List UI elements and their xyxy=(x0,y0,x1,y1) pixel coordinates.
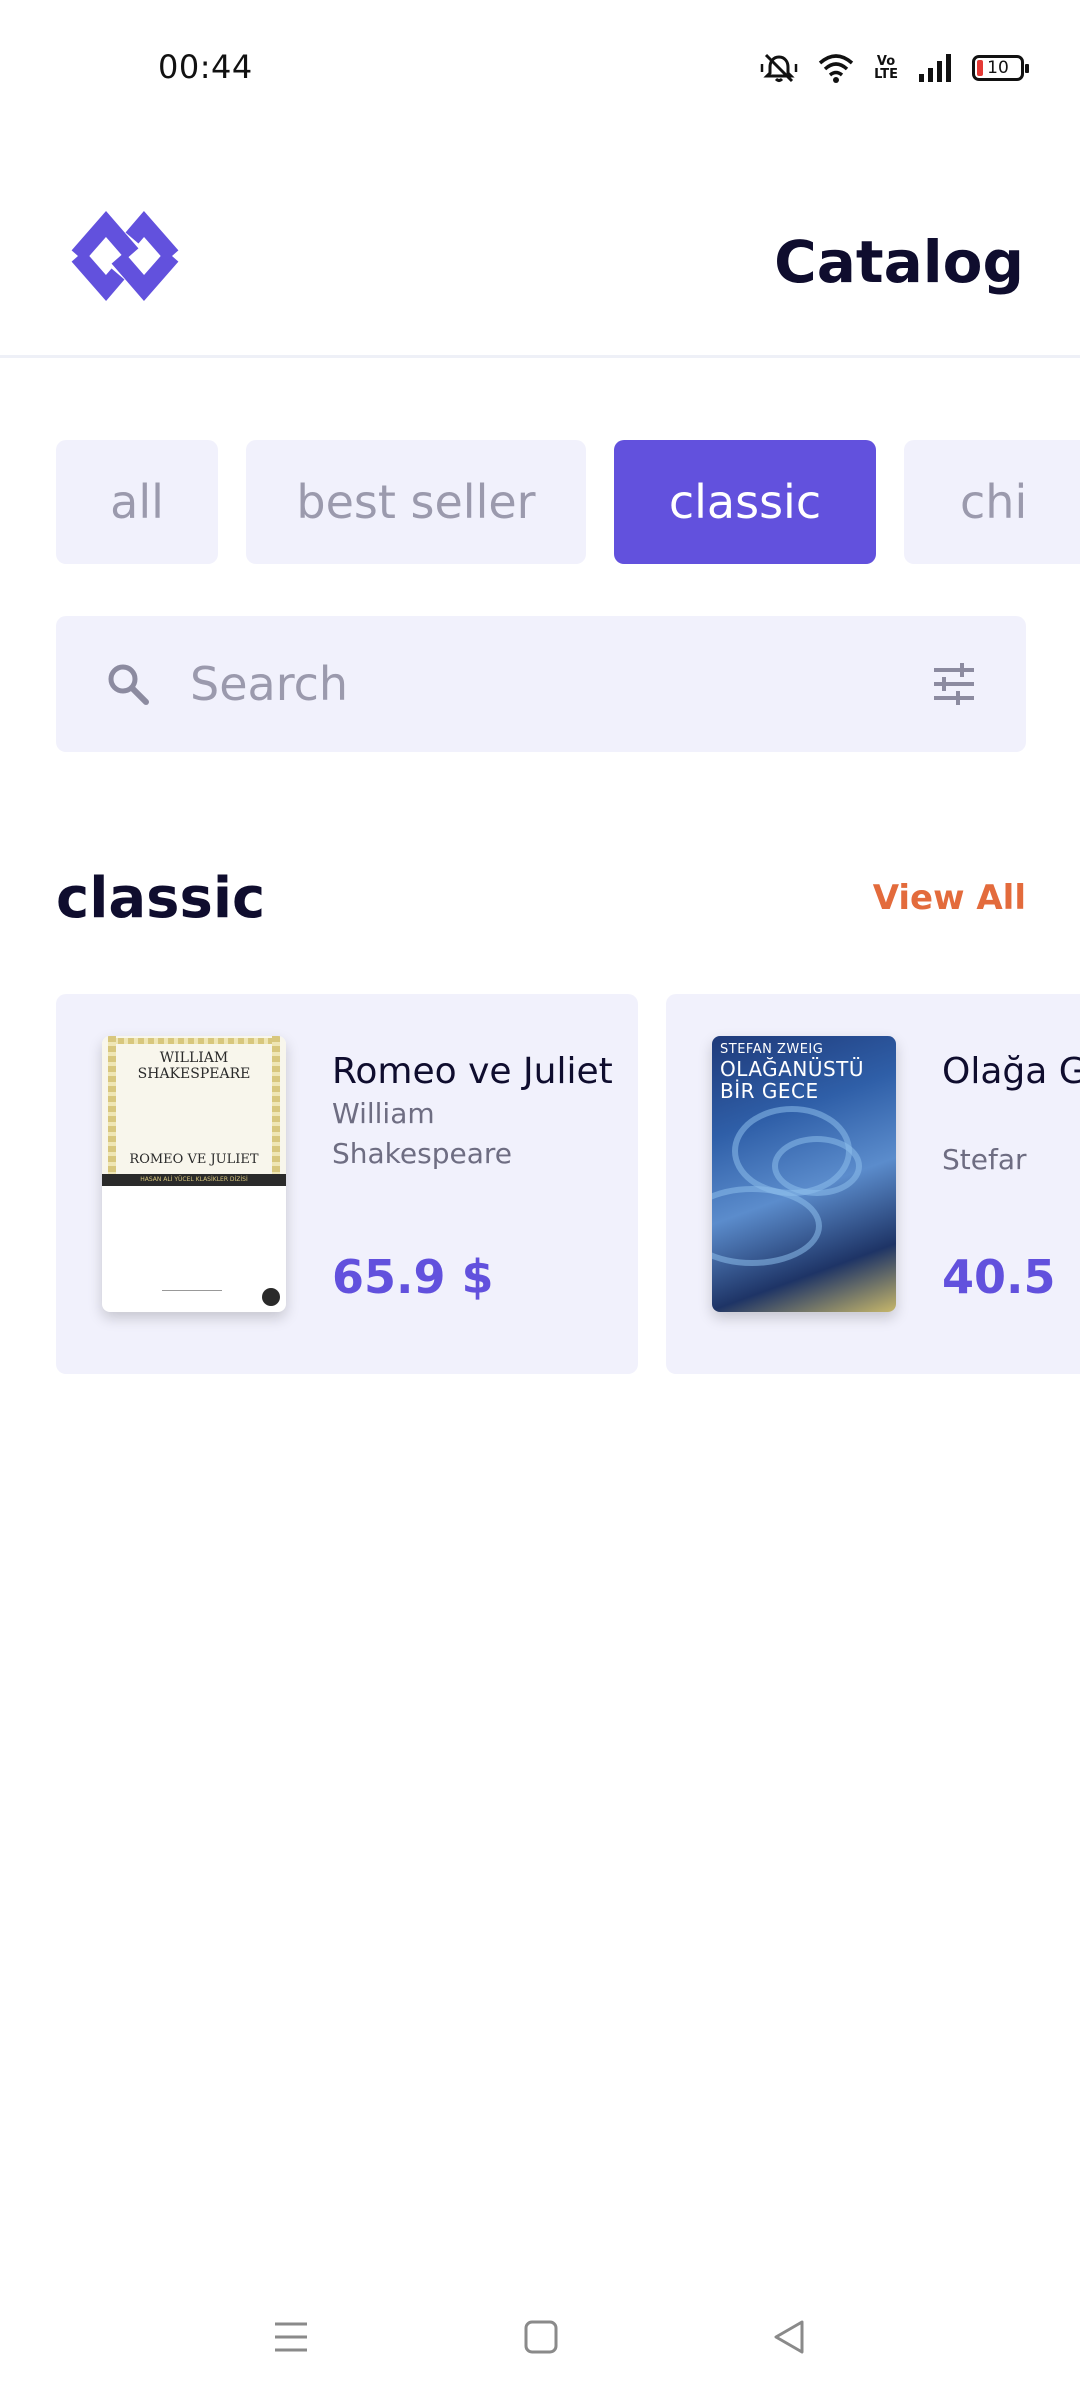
tab-all[interactable]: all xyxy=(56,440,218,564)
cover-author: WILLIAM SHAKESPEARE xyxy=(137,1050,251,1082)
app-header: Catalog xyxy=(0,136,1080,358)
book-author: William Shakespeare xyxy=(332,1097,512,1170)
wifi-icon xyxy=(818,53,854,83)
brand-logo-icon[interactable] xyxy=(54,208,196,304)
tab-best-seller[interactable]: best seller xyxy=(246,440,586,564)
book-price: 65.9 $ xyxy=(332,1250,494,1304)
back-icon[interactable] xyxy=(772,2320,806,2358)
book-title: Olağa Gece xyxy=(942,1051,1080,1092)
cover-series: HASAN ALİ YÜCEL KLASİKLER DİZİSİ xyxy=(102,1174,286,1186)
volte-icon: Vo LTE xyxy=(874,54,898,82)
cover-title: OLAĞANÜSTÜ BİR GECE xyxy=(720,1057,865,1103)
publisher-logo xyxy=(162,1290,222,1304)
cover-badge xyxy=(262,1288,280,1306)
book-title: Romeo ve Juliet xyxy=(332,1051,613,1092)
book-card[interactable]: STEFAN ZWEIG OLAĞANÜSTÜ BİR GECE Olağa G… xyxy=(666,994,1080,1374)
mute-icon xyxy=(760,52,798,84)
home-icon[interactable] xyxy=(524,2320,558,2358)
book-cover: STEFAN ZWEIG OLAĞANÜSTÜ BİR GECE xyxy=(712,1036,896,1312)
tab-classic[interactable]: classic xyxy=(614,440,876,564)
view-all-link[interactable]: View All xyxy=(873,878,1026,918)
status-icons: Vo LTE 10 xyxy=(760,50,1029,86)
menu-icon[interactable] xyxy=(274,2320,308,2358)
category-tabs: all best seller classic chi xyxy=(56,440,1080,564)
book-price: 40.5 xyxy=(942,1250,1056,1304)
book-author: Stefar xyxy=(942,1143,1027,1176)
status-bar: 00:44 Vo LTE 10 xyxy=(0,0,1080,136)
system-nav-bar xyxy=(0,2290,1080,2400)
book-card[interactable]: WILLIAM SHAKESPEARE ROMEO VE JULIET HASA… xyxy=(56,994,638,1374)
signal-icon xyxy=(918,54,952,82)
page-title: Catalog xyxy=(774,228,1024,296)
section-title: classic xyxy=(56,866,266,931)
status-time: 00:44 xyxy=(158,48,253,86)
book-carousel: WILLIAM SHAKESPEARE ROMEO VE JULIET HASA… xyxy=(56,994,1080,1374)
book-cover: WILLIAM SHAKESPEARE ROMEO VE JULIET HASA… xyxy=(102,1036,286,1312)
search-bar xyxy=(56,616,1026,752)
search-input[interactable] xyxy=(190,648,830,720)
search-icon xyxy=(106,662,150,710)
battery-level: 10 xyxy=(987,58,1009,78)
cover-author: STEFAN ZWEIG xyxy=(720,1042,824,1057)
battery-icon: 10 xyxy=(972,55,1029,81)
tab-children[interactable]: chi xyxy=(904,440,1080,564)
cover-title: ROMEO VE JULIET xyxy=(129,1152,259,1167)
filter-icon[interactable] xyxy=(932,662,976,710)
